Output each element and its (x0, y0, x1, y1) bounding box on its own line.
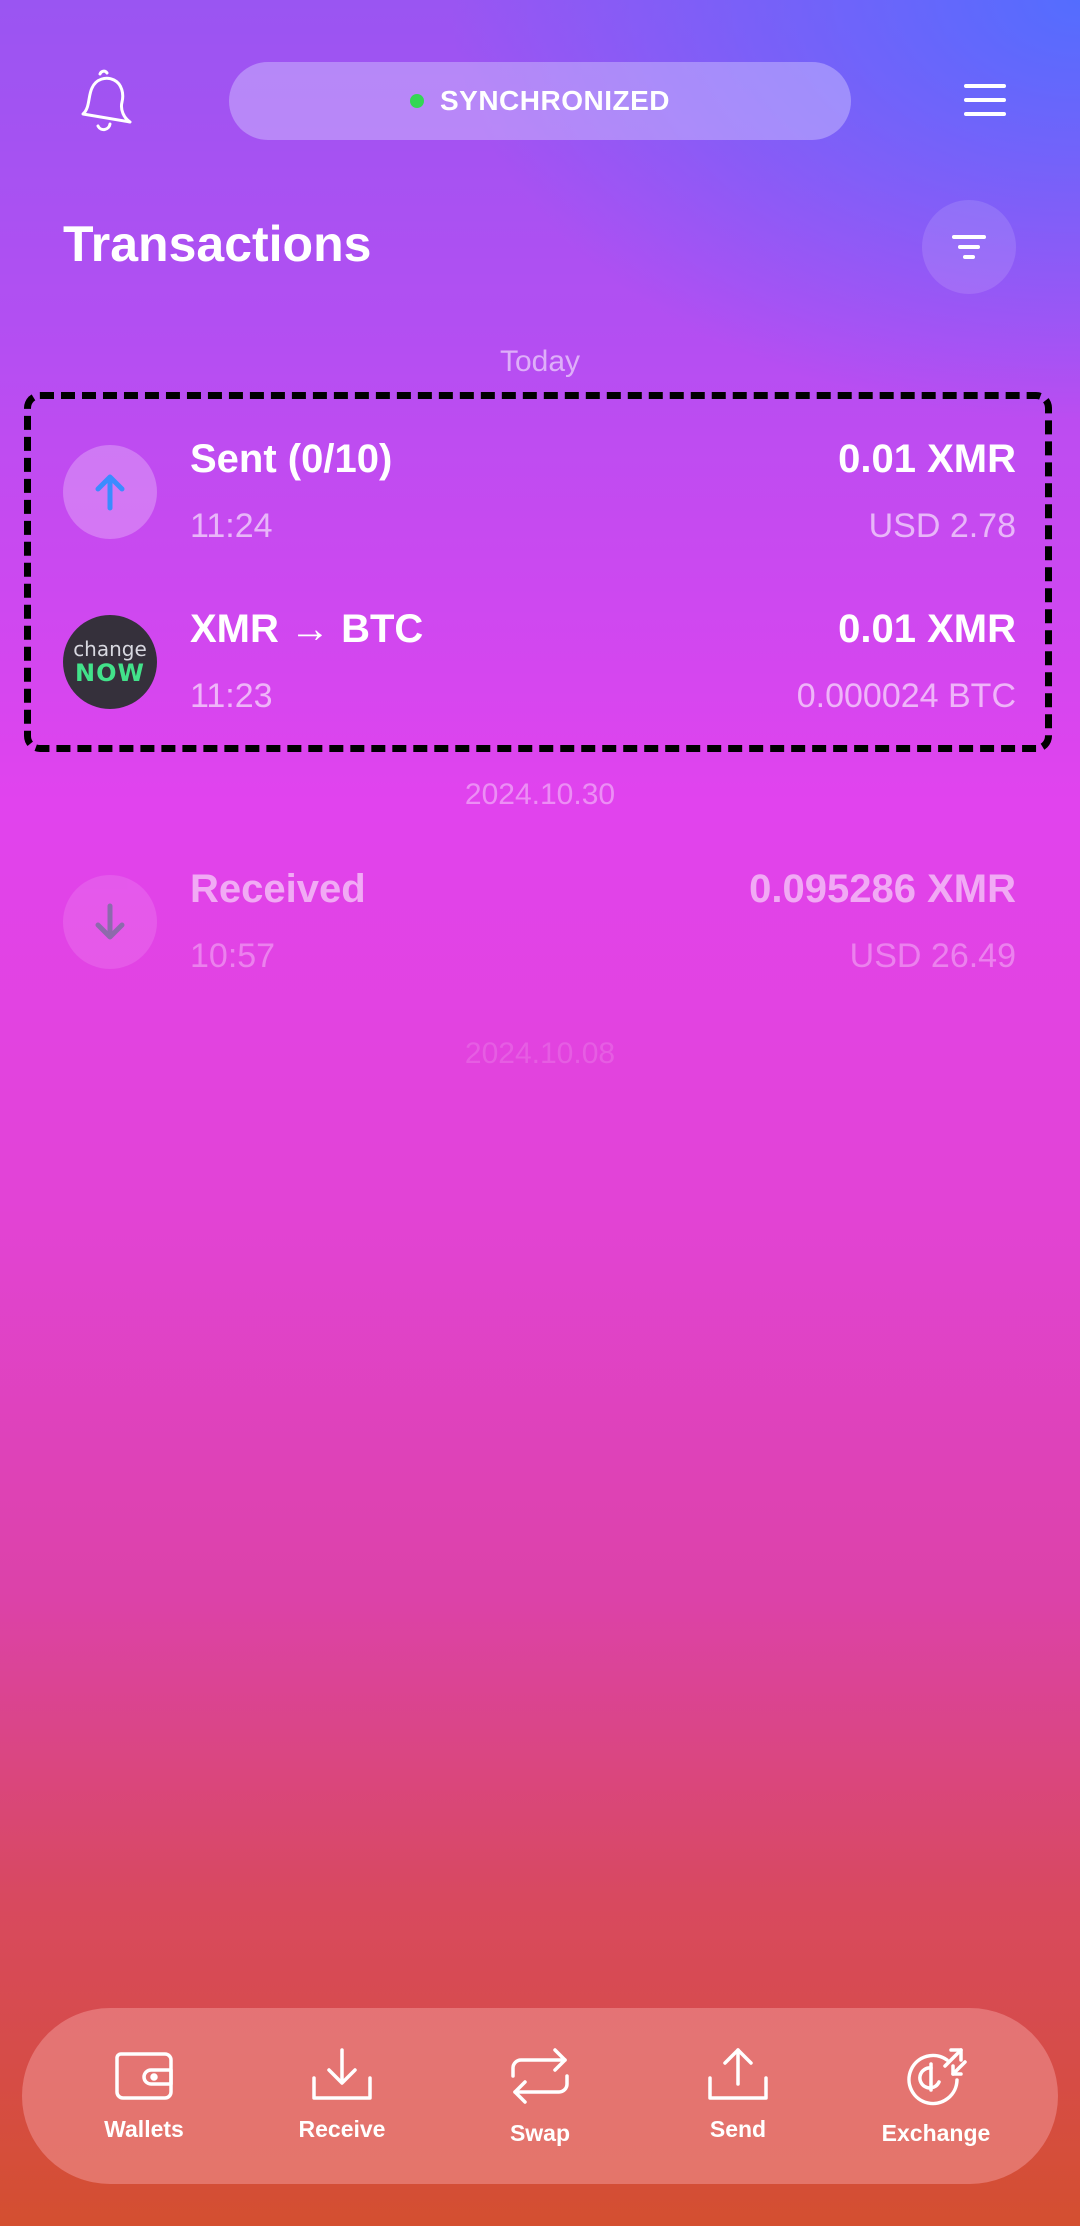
transaction-amount: 0.01 XMR (838, 437, 1016, 481)
transaction-time: 10:57 (190, 937, 276, 975)
transaction-row-sent[interactable]: Sent (0/10) 11:24 0.01 XMR USD 2.78 (0, 425, 1080, 555)
sync-status-pill[interactable]: SYNCHRONIZED (229, 62, 851, 140)
nav-label: Exchange (881, 2120, 991, 2146)
page-title: Transactions (63, 216, 372, 272)
transaction-fiat: 0.000024 BTC (796, 677, 1016, 715)
nav-send[interactable]: Send (658, 2008, 818, 2184)
bottom-navigation-bar: Wallets Receive Swap Send Exchange (22, 2008, 1058, 2184)
nav-label: Send (709, 2116, 767, 2142)
transaction-fiat: USD 26.49 (849, 937, 1016, 975)
exchange-icon (907, 2048, 967, 2106)
changenow-logo: change NOW (63, 615, 157, 709)
filter-icon (952, 235, 986, 259)
date-header-2024-10-30: 2024.10.30 (464, 778, 616, 811)
wallet-icon (115, 2052, 173, 2100)
arrow-down-icon (63, 875, 157, 969)
transaction-amount: 0.095286 XMR (749, 867, 1016, 911)
transaction-fiat: USD 2.78 (868, 507, 1016, 545)
transaction-amount: 0.01 XMR (838, 607, 1016, 651)
transaction-title: Sent (0/10) (190, 437, 393, 481)
nav-label: Wallets (104, 2116, 184, 2142)
nav-exchange[interactable]: Exchange (856, 2008, 1016, 2184)
nav-label: Swap (509, 2120, 571, 2146)
menu-icon[interactable] (960, 80, 1010, 120)
nav-wallets[interactable]: Wallets (64, 2008, 224, 2184)
transaction-title: XMR → BTC (190, 607, 424, 651)
transaction-time: 11:23 (190, 677, 273, 715)
transaction-row-exchange[interactable]: change NOW XMR → BTC 11:23 0.01 XMR 0.00… (0, 595, 1080, 725)
notifications-bell-icon[interactable] (70, 66, 140, 136)
transaction-row-received[interactable]: Received 10:57 0.095286 XMR USD 26.49 (0, 855, 1080, 985)
changenow-logo-line2: NOW (75, 659, 145, 687)
arrow-up-icon (63, 445, 157, 539)
nav-swap[interactable]: Swap (460, 2008, 620, 2184)
changenow-logo-line1: change (73, 637, 147, 661)
filter-button[interactable] (922, 200, 1016, 294)
swap-icon (511, 2048, 569, 2104)
sync-status-label: SYNCHRONIZED (439, 85, 670, 116)
nav-receive[interactable]: Receive (262, 2008, 422, 2184)
nav-label: Receive (298, 2116, 386, 2142)
download-icon (312, 2048, 372, 2100)
transaction-title: Received (190, 867, 366, 911)
upload-icon (708, 2048, 768, 2100)
date-header-2024-10-08: 2024.10.08 (464, 1037, 616, 1070)
sync-status-dot (409, 94, 424, 108)
transaction-time: 11:24 (190, 507, 273, 545)
date-header-today: Today (499, 345, 581, 378)
